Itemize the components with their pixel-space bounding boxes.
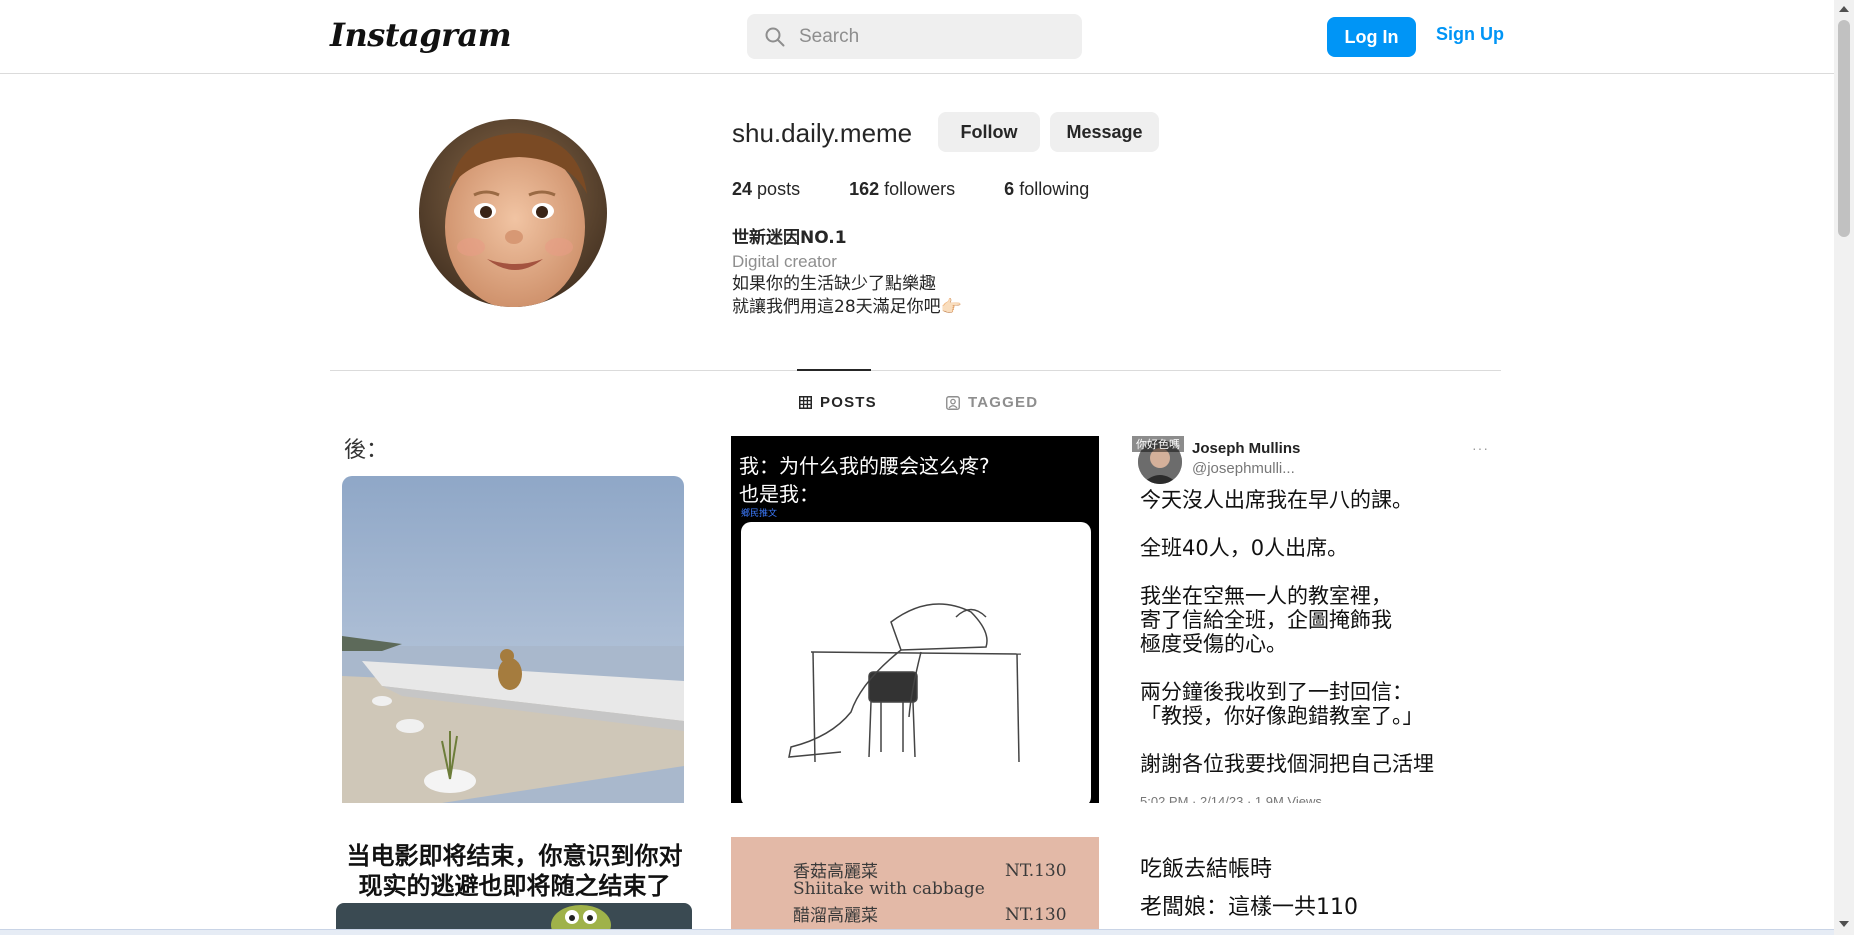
display-name: 世新迷因NO.1	[732, 228, 847, 248]
post-thumbnail[interactable]: 香菇高麗菜 NT.130 Shiitake with cabbage 醋溜高麗菜…	[731, 837, 1099, 929]
followers-count: 162	[849, 179, 880, 199]
post-watermark: 你好色嗎	[1132, 436, 1184, 452]
message-button[interactable]: Message	[1050, 112, 1159, 152]
following-stat[interactable]: 6 following	[1004, 179, 1089, 200]
profile-bio: 世新迷因NO.1 Digital creator 如果你的生活缺少了點樂趣 就讓…	[732, 227, 962, 319]
scroll-down-arrow-icon[interactable]	[1839, 921, 1849, 927]
followers-word: followers	[884, 179, 956, 199]
search-icon	[765, 27, 785, 46]
window-bottom-edge	[0, 929, 1834, 935]
post-text: 後：	[344, 438, 389, 463]
posts-word: posts	[757, 179, 801, 199]
login-button[interactable]: Log In	[1327, 17, 1416, 57]
post-thumbnail[interactable]: 後：	[330, 436, 699, 803]
tweet-author-handle: @josephmulli...	[1192, 460, 1295, 477]
follow-button[interactable]: Follow	[938, 112, 1040, 152]
post-thumbnail[interactable]: 吃飯去結帳時 老闆娘：這樣一共110	[1132, 837, 1501, 929]
active-tab-indicator	[797, 369, 871, 371]
tweet-meta: 5:02 PM · 2/14/23 · 1.9M Views	[1140, 794, 1322, 803]
post-drawing-desk-slump	[741, 522, 1091, 803]
following-count: 6	[1004, 179, 1015, 199]
post-text: 吃飯去結帳時	[1140, 857, 1273, 882]
category-label: Digital creator	[732, 252, 837, 271]
more-icon: ···	[1472, 440, 1489, 456]
posts-stat: 24 posts	[732, 179, 800, 200]
post-text: 我：为什么我的腰会这么疼?	[739, 454, 990, 478]
post-watermark: 鄉民推文	[741, 509, 778, 519]
following-word: following	[1019, 179, 1090, 199]
tweet-author-name: Joseph Mullins	[1192, 440, 1301, 457]
bio-line-1: 如果你的生活缺少了點樂趣	[732, 274, 936, 294]
tag-user-icon	[946, 395, 960, 410]
post-photo-dog-seawall	[342, 476, 684, 803]
post-text: 老闆娘：這樣一共110	[1140, 895, 1358, 920]
menu-price: NT.130	[1005, 861, 1067, 881]
scroll-up-arrow-icon[interactable]	[1839, 6, 1849, 12]
signup-link[interactable]: Sign Up	[1436, 24, 1504, 45]
search-input[interactable]	[799, 25, 1049, 48]
grid-icon	[799, 396, 812, 409]
vertical-scrollbar[interactable]	[1834, 0, 1854, 935]
instagram-logo[interactable]: Instagram	[330, 16, 512, 54]
followers-stat[interactable]: 162 followers	[849, 179, 955, 200]
tabs-divider	[330, 370, 1501, 371]
post-thumbnail[interactable]: 我：为什么我的腰会这么疼? 也是我： 鄉民推文	[731, 436, 1099, 803]
tab-posts[interactable]: POSTS	[799, 394, 877, 411]
post-text: 当电影即将结束，你意识到你对 现实的逃避也即将随之结束了	[346, 842, 683, 900]
posts-count: 24	[732, 179, 753, 199]
post-text: 也是我：	[739, 482, 819, 506]
top-nav: Instagram Log In Sign Up	[0, 0, 1834, 74]
profile-username: shu.daily.meme	[732, 118, 913, 148]
post-thumbnail[interactable]: 当电影即将结束，你意识到你对 现实的逃避也即将随之结束了	[330, 837, 699, 929]
post-image-cartoon	[336, 903, 692, 929]
tab-posts-label: POSTS	[820, 394, 877, 411]
profile-stats: 24 posts 162 followers 6 following	[732, 179, 1138, 200]
tweet-body: 今天沒人出席我在早八的課。 全班40人，0人出席。 我坐在空無一人的教室裡， 寄…	[1140, 488, 1434, 776]
scrollbar-thumb[interactable]	[1838, 20, 1850, 237]
profile-avatar	[419, 119, 607, 307]
menu-item: 醋溜高麗菜	[793, 906, 878, 926]
tab-tagged[interactable]: TAGGED	[946, 394, 1038, 411]
bio-line-2: 就讓我們用這28天滿足你吧👉🏻	[732, 297, 962, 317]
search-bar[interactable]	[747, 14, 1082, 59]
menu-price: NT.130	[1005, 905, 1067, 925]
post-thumbnail[interactable]: 你好色嗎 Joseph Mullins @josephmulli... ··· …	[1132, 436, 1501, 803]
tab-tagged-label: TAGGED	[968, 394, 1039, 411]
menu-item: Shiitake with cabbage	[793, 879, 985, 899]
